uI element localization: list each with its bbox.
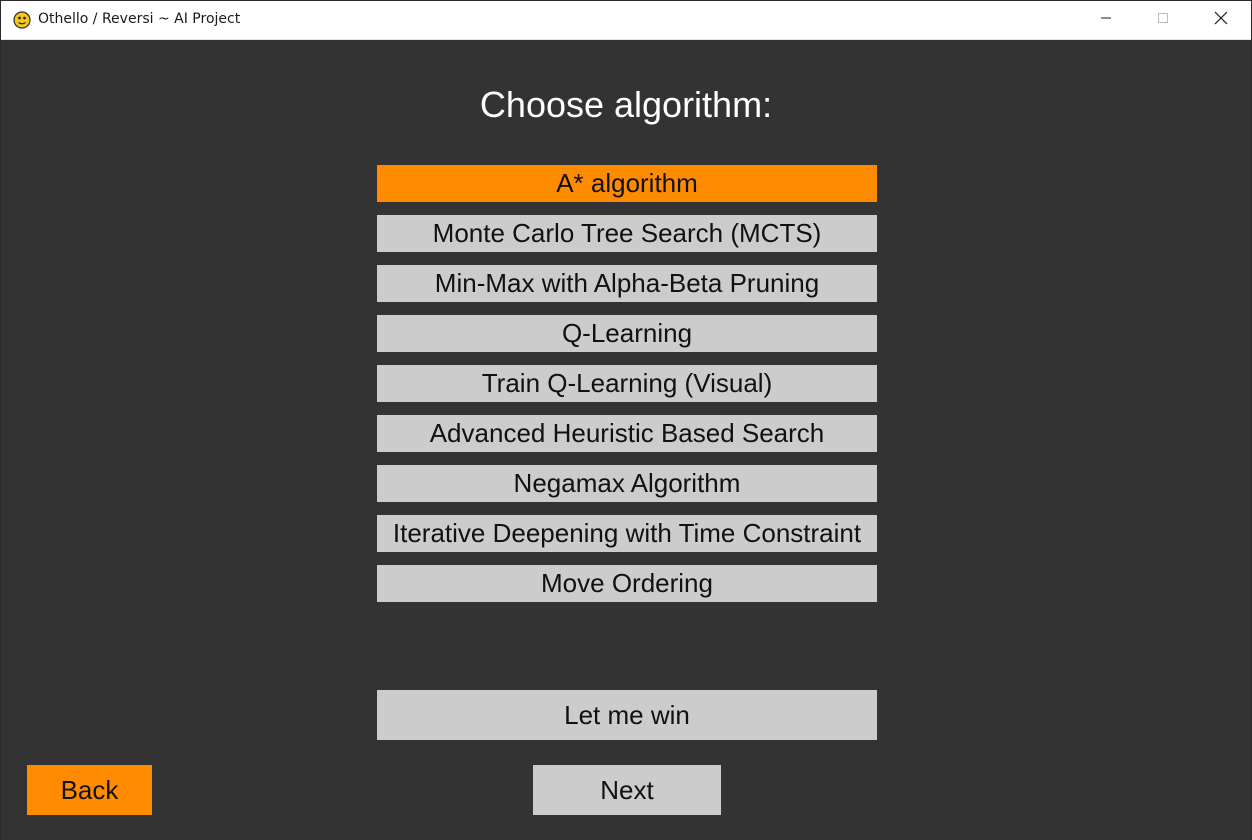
maximize-icon [1157,11,1169,29]
algorithm-option-negamax[interactable]: Negamax Algorithm [377,465,877,502]
title-bar: Othello / Reversi ~ AI Project [1,1,1251,40]
back-button[interactable]: Back [27,765,152,815]
algorithm-option-train-q-learning[interactable]: Train Q-Learning (Visual) [377,365,877,402]
algorithm-option-minmax[interactable]: Min-Max with Alpha-Beta Pruning [377,265,877,302]
algorithm-option-iterative-deepening[interactable]: Iterative Deepening with Time Constraint [377,515,877,552]
algorithm-option-move-ordering[interactable]: Move Ordering [377,565,877,602]
main-content: Choose algorithm: A* algorithm Monte Car… [1,40,1251,840]
next-button[interactable]: Next [533,765,721,815]
minimize-button[interactable] [1083,1,1129,39]
algorithm-option-a-star[interactable]: A* algorithm [377,165,877,202]
algorithm-option-mcts[interactable]: Monte Carlo Tree Search (MCTS) [377,215,877,252]
algorithm-option-heuristic-search[interactable]: Advanced Heuristic Based Search [377,415,877,452]
maximize-button[interactable] [1140,1,1186,39]
app-window: Othello / Reversi ~ AI Project Choose al… [0,0,1252,840]
minimize-icon [1100,11,1112,29]
python-icon [12,10,32,30]
let-me-win-button[interactable]: Let me win [377,690,877,740]
close-icon [1214,11,1228,30]
page-title: Choose algorithm: [479,84,773,125]
algorithm-option-q-learning[interactable]: Q-Learning [377,315,877,352]
window-title: Othello / Reversi ~ AI Project [38,11,241,27]
close-button[interactable] [1198,1,1244,39]
